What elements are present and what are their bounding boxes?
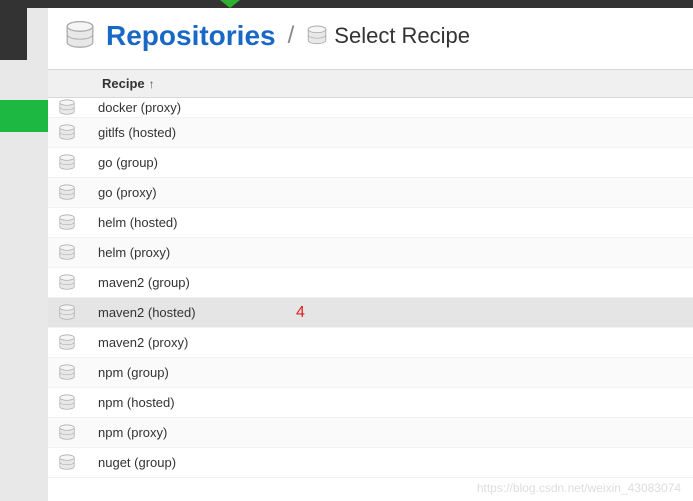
table-body: docker (proxy) gitlfs (hosted) go (group) g… — [48, 98, 693, 478]
recipe-label: go (group) — [98, 155, 158, 170]
recipe-label: npm (group) — [98, 365, 169, 380]
database-icon — [58, 274, 76, 292]
table-header[interactable]: Recipe ↑ — [48, 69, 693, 98]
recipe-label: maven2 (group) — [98, 275, 190, 290]
table-row[interactable]: npm (group) — [48, 358, 693, 388]
table-row[interactable]: go (group) — [48, 148, 693, 178]
sidebar-dark-block — [0, 8, 27, 60]
recipe-label: maven2 (proxy) — [98, 335, 188, 350]
recipe-icon — [306, 25, 328, 47]
watermark: https://blog.csdn.net/weixin_43083074 — [477, 481, 681, 495]
database-icon — [58, 364, 76, 382]
database-icon — [58, 334, 76, 352]
main-content: Repositories / Select Recipe Recipe ↑ do… — [48, 8, 693, 501]
table-row[interactable]: maven2 (hosted) 4 — [48, 298, 693, 328]
database-icon — [58, 154, 76, 172]
recipe-label: helm (proxy) — [98, 245, 170, 260]
database-icon — [58, 424, 76, 442]
breadcrumb: Repositories / Select Recipe — [48, 8, 693, 69]
top-bar — [0, 0, 693, 8]
recipe-label: helm (hosted) — [98, 215, 177, 230]
database-icon — [58, 394, 76, 412]
table-row[interactable]: maven2 (proxy) — [48, 328, 693, 358]
table-row[interactable]: maven2 (group) — [48, 268, 693, 298]
table-row[interactable]: npm (hosted) — [48, 388, 693, 418]
database-icon — [58, 99, 76, 117]
database-icon — [58, 304, 76, 322]
left-sidebar — [0, 8, 48, 501]
table-row[interactable]: helm (proxy) — [48, 238, 693, 268]
table-row[interactable]: go (proxy) — [48, 178, 693, 208]
table-row[interactable]: helm (hosted) — [48, 208, 693, 238]
table-row[interactable]: npm (proxy) — [48, 418, 693, 448]
recipe-label: npm (proxy) — [98, 425, 167, 440]
page-title[interactable]: Repositories — [106, 20, 276, 52]
breadcrumb-separator: / — [288, 22, 295, 50]
database-icon — [58, 124, 76, 142]
sidebar-active-item[interactable] — [0, 100, 48, 132]
recipe-label: npm (hosted) — [98, 395, 175, 410]
table-row[interactable]: gitlfs (hosted) — [48, 118, 693, 148]
active-tab-indicator — [220, 0, 240, 8]
recipe-label: gitlfs (hosted) — [98, 125, 176, 140]
recipe-label: nuget (group) — [98, 455, 176, 470]
breadcrumb-current: Select Recipe — [334, 23, 470, 49]
sort-ascending-icon[interactable]: ↑ — [149, 77, 155, 91]
recipe-label: docker (proxy) — [98, 100, 181, 115]
table-row[interactable]: docker (proxy) — [48, 98, 693, 118]
database-icon — [58, 184, 76, 202]
recipe-label: maven2 (hosted) — [98, 305, 196, 320]
annotation-marker: 4 — [296, 304, 305, 322]
repositories-icon — [64, 20, 96, 52]
database-icon — [58, 244, 76, 262]
database-icon — [58, 214, 76, 232]
table-row[interactable]: nuget (group) — [48, 448, 693, 478]
column-recipe-label[interactable]: Recipe — [102, 76, 145, 91]
recipe-label: go (proxy) — [98, 185, 157, 200]
database-icon — [58, 454, 76, 472]
